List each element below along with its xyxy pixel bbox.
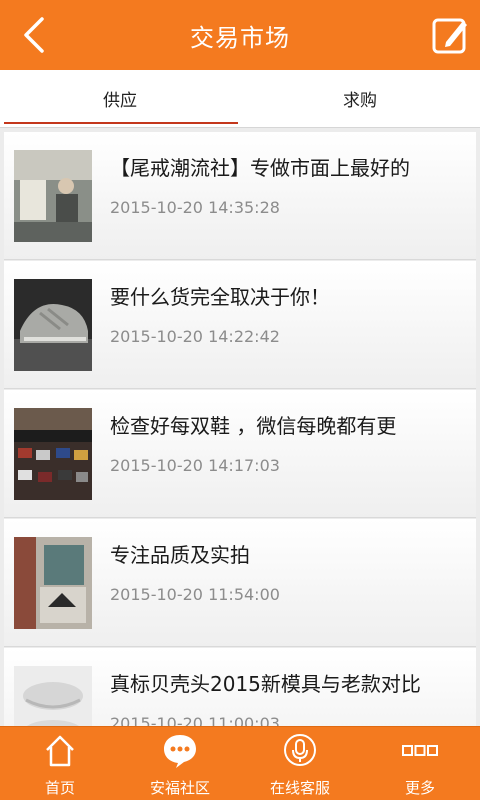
list-item[interactable]: 专注品质及实拍 2015-10-20 11:54:00 [4, 519, 476, 647]
back-button[interactable] [14, 14, 54, 56]
list-item[interactable]: 检查好每双鞋 ，微信每晚都有更 2015-10-20 14:17:03 [4, 390, 476, 518]
post-thumbnail [14, 408, 92, 500]
post-time: 2015-10-20 14:17:03 [110, 456, 280, 475]
edit-icon [432, 18, 467, 54]
post-time: 2015-10-20 14:35:28 [110, 198, 280, 217]
app-header: 交易市场 [0, 0, 480, 70]
compose-button[interactable] [430, 15, 470, 55]
chevron-left-icon [24, 17, 44, 53]
post-time: 2015-10-20 11:00:03 [110, 714, 280, 726]
post-list: 【尾戒潮流社】专做市面上最好的 2015-10-20 14:35:28 要什么货… [0, 130, 480, 726]
post-title: 检查好每双鞋 ，微信每晚都有更 [110, 414, 397, 438]
nav-more[interactable]: 更多 [360, 727, 480, 800]
home-icon [44, 733, 76, 769]
post-title: 真标贝壳头2015新模具与老款对比 [110, 672, 421, 696]
post-time: 2015-10-20 11:54:00 [110, 585, 280, 604]
page-title: 交易市场 [190, 23, 290, 52]
nav-label: 在线客服 [269, 779, 330, 797]
bottom-nav: 首页 安福社区 在线客服 更多 [0, 726, 480, 800]
list-item[interactable]: 【尾戒潮流社】专做市面上最好的 2015-10-20 14:35:28 [4, 132, 476, 260]
tab-supply[interactable]: 供应 [0, 70, 240, 127]
post-thumbnail [14, 537, 92, 629]
list-item[interactable]: 要什么货完全取决于你！ 2015-10-20 14:22:42 [4, 261, 476, 389]
nav-label: 更多 [404, 779, 435, 797]
post-thumbnail [14, 150, 92, 242]
nav-community[interactable]: 安福社区 [120, 727, 240, 800]
list-item[interactable]: 真标贝壳头2015新模具与老款对比 2015-10-20 11:00:03 [4, 648, 476, 726]
post-title: 【尾戒潮流社】专做市面上最好的 [110, 156, 410, 180]
post-thumbnail [14, 666, 92, 726]
nav-label: 首页 [44, 779, 75, 797]
nav-label: 安福社区 [149, 779, 210, 797]
post-title: 要什么货完全取决于你！ [110, 285, 330, 309]
post-title: 专注品质及实拍 [110, 543, 250, 567]
more-icon [402, 733, 438, 769]
post-time: 2015-10-20 14:22:42 [110, 327, 280, 346]
tab-label: 求购 [343, 91, 377, 111]
nav-support[interactable]: 在线客服 [240, 727, 360, 800]
microphone-icon [283, 733, 317, 769]
tab-demand[interactable]: 求购 [240, 70, 480, 127]
tab-label: 供应 [103, 91, 137, 111]
post-thumbnail [14, 279, 92, 371]
tab-bar: 供应 求购 [0, 70, 480, 128]
nav-home[interactable]: 首页 [0, 727, 120, 800]
chat-bubble-icon [162, 733, 198, 769]
